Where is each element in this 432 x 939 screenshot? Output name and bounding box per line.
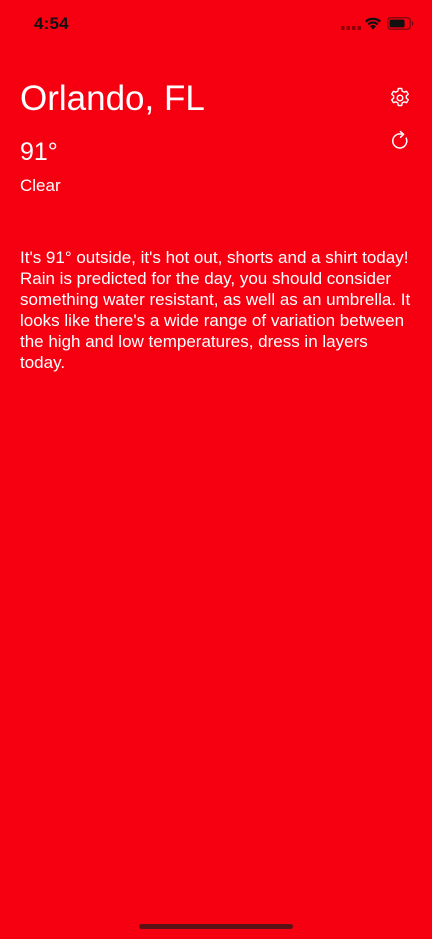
- clothing-advice: It's 91° outside, it's hot out, shorts a…: [20, 248, 411, 372]
- wifi-icon: [365, 17, 381, 30]
- status-bar: 4:54: [0, 0, 432, 48]
- battery-icon: [387, 17, 414, 30]
- home-indicator[interactable]: [139, 924, 293, 929]
- status-time: 4:54: [34, 14, 69, 33]
- current-temperature: 91°: [20, 138, 58, 166]
- settings-gear-icon[interactable]: [388, 86, 412, 110]
- city-title: Orlando, FL: [20, 79, 205, 118]
- cellular-signal-icon: [341, 26, 361, 30]
- refresh-icon[interactable]: [389, 130, 411, 152]
- weather-screen: 4:54 Orlando, FL 91° Clear It's 91° outs…: [0, 0, 432, 939]
- weather-condition: Clear: [20, 176, 61, 195]
